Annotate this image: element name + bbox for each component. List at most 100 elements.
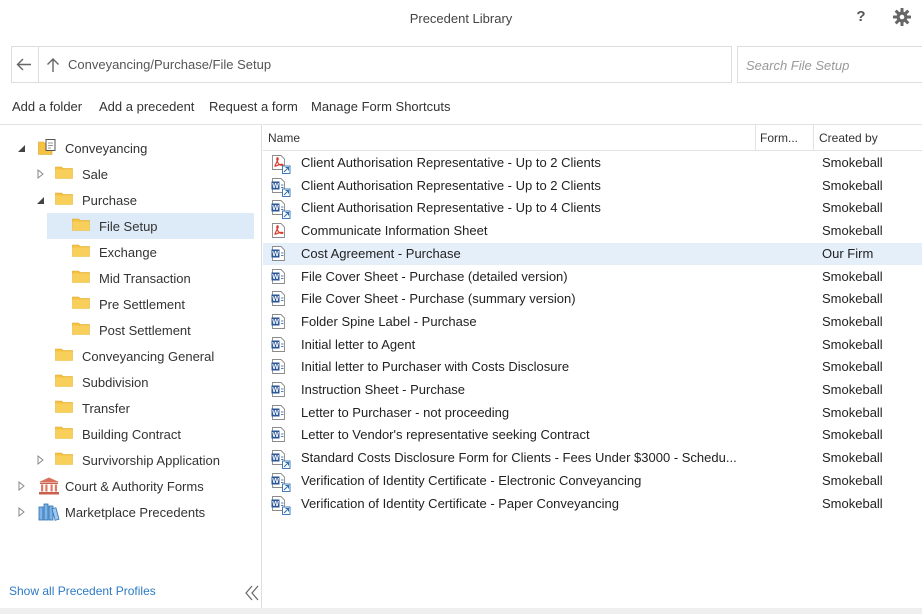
folder-icon [55,451,77,469]
path-bar: Conveyancing/Purchase/File Setup [11,46,732,83]
add-precedent-button[interactable]: Add a precedent [99,99,194,114]
list-item[interactable]: W Initial letter to Agent Smokeball [263,334,922,356]
expand-arrow-icon[interactable] [36,168,46,180]
tree-item-label: Sale [82,167,109,182]
tree-item[interactable]: Mid Transaction [0,265,262,291]
created-by: Smokeball [822,155,883,170]
folder-icon [55,165,77,183]
created-by: Smokeball [822,427,883,443]
tree-item[interactable]: Building Contract [0,421,262,447]
precedent-name: Client Authorisation Representative - Up… [301,177,601,193]
tree-item[interactable]: Marketplace Precedents [0,499,262,525]
column-header-form[interactable]: Form... [760,131,798,145]
list-item[interactable]: W Client Authorisation Representative - U… [263,197,922,220]
list-item[interactable]: W File Cover Sheet - Purchase (summary ve… [263,288,922,310]
tree-item[interactable]: Conveyancing General [0,343,262,369]
expand-arrow-icon[interactable] [36,454,46,466]
created-by: Smokeball [822,404,883,420]
manage-form-shortcuts-button[interactable]: Manage Form Shortcuts [311,99,450,114]
tree-item[interactable]: Purchase [0,187,262,213]
precedent-name: Communicate Information Sheet [301,223,488,239]
created-by: Smokeball [822,472,883,488]
precedent-name: Verification of Identity Certificate - E… [301,472,642,488]
current-path[interactable]: Conveyancing/Purchase/File Setup [68,57,271,72]
list-item[interactable]: W Instruction Sheet - Purchase Smokeball [263,379,922,401]
created-by: Smokeball [822,268,883,284]
tree-item[interactable]: Sale [0,161,262,187]
tree-item-label: Marketplace Precedents [65,505,206,520]
tree-item-label: Conveyancing General [82,349,215,364]
tree-item[interactable]: Post Settlement [0,317,262,343]
gear-icon[interactable] [892,7,912,27]
folder-icon [72,243,94,261]
precedent-name: Letter to Purchaser - not proceeding [301,404,510,420]
folder-icon [55,425,77,443]
expand-arrow-icon[interactable] [17,506,27,518]
search-input[interactable] [746,56,922,74]
svg-text:W: W [272,478,279,485]
list-header: Name Form... Created by [263,125,922,151]
tree-item[interactable]: Pre Settlement [0,291,262,317]
help-icon[interactable]: ? [853,8,869,26]
tree-item-label: Subdivision [82,375,149,390]
tree-item[interactable]: Court & Authority Forms [0,473,262,499]
tree-item[interactable]: Survivorship Application [0,447,262,473]
tree-item[interactable]: File Setup [47,213,254,239]
column-header-created-by[interactable]: Created by [819,131,878,145]
up-arrow-icon[interactable] [45,56,61,74]
tree-item[interactable]: Conveyancing [0,135,262,161]
word-form-icon: W [271,472,291,492]
show-all-profiles-link[interactable]: Show all Precedent Profiles [9,584,156,598]
list-item[interactable]: W Letter to Purchaser - not proceeding Smo… [263,402,922,424]
word-form-icon: W [271,199,291,220]
list-item[interactable]: W Letter to Vendor's representative seeki… [263,424,922,446]
tree-item-label: Transfer [82,401,130,416]
list-item[interactable]: Client Authorisation Representative - Up… [263,152,922,174]
precedent-name: Client Authorisation Representative - Up… [301,155,601,170]
list-item[interactable]: W Verification of Identity Certificate - … [263,493,922,515]
created-by: Our Firm [822,245,874,261]
request-form-button[interactable]: Request a form [209,99,298,114]
precedent-name: Cost Agreement - Purchase [301,245,461,261]
list-item[interactable]: W Client Authorisation Representative - U… [263,175,922,197]
column-header-name[interactable]: Name [268,131,300,145]
list-item[interactable]: W Initial letter to Purchaser with Costs … [263,356,922,378]
add-folder-button[interactable]: Add a folder [12,99,82,114]
tree-item-label: Survivorship Application [82,453,221,468]
toolbar: Add a folder Add a precedent Request a f… [0,96,600,118]
word-icon: W [271,404,291,424]
back-arrow-icon[interactable] [12,47,39,82]
collapse-sidebar-icon[interactable] [243,584,261,602]
collapse-arrow-icon[interactable] [17,142,27,154]
svg-text:W: W [272,387,279,394]
list-item[interactable]: W Cost Agreement - Purchase Our Firm [263,242,922,265]
list-item[interactable]: W File Cover Sheet - Purchase (detailed v… [263,266,922,288]
collapse-arrow-icon[interactable] [36,194,46,206]
precedent-name: Initial letter to Purchaser with Costs D… [301,359,570,375]
word-icon: W [271,426,291,446]
folder-icon [55,347,77,365]
svg-text:W: W [272,410,279,417]
tree-item[interactable]: Transfer [0,395,262,421]
list-item[interactable]: W Standard Costs Disclosure Form for Clie… [263,447,922,470]
column-divider[interactable] [755,125,756,151]
list-item[interactable]: W Verification of Identity Certificate - … [263,470,922,492]
folder-tree: Conveyancing Sale Purchase File Setup Exchan… [0,124,262,614]
svg-text:W: W [272,251,279,258]
list-item[interactable]: Communicate Information Sheet Smokeball [263,220,922,242]
word-form-icon: W [271,177,291,197]
conveyancing-icon [38,139,60,157]
expand-arrow-icon[interactable] [17,480,27,492]
svg-text:W: W [272,501,279,508]
svg-text:W: W [272,274,279,281]
folder-icon [55,373,77,391]
precedent-name: Standard Costs Disclosure Form for Clien… [301,450,737,466]
list-item[interactable]: W Folder Spine Label - Purchase Smokeball [263,311,922,333]
word-icon: W [271,336,291,356]
created-by: Smokeball [822,336,883,352]
tree-item-label: Conveyancing [65,141,148,156]
precedent-list: Name Form... Created by Client Authorisa… [263,124,922,614]
tree-item[interactable]: Exchange [0,239,262,265]
column-divider[interactable] [813,125,814,151]
tree-item[interactable]: Subdivision [0,369,262,395]
